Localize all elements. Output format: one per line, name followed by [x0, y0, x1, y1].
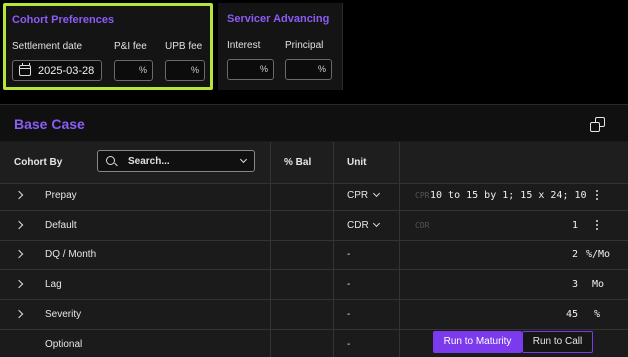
- settlement-date-field[interactable]: 2025-03-28: [12, 60, 102, 81]
- interest-label: Interest: [227, 40, 261, 51]
- unit-value: -: [347, 279, 351, 290]
- table-row: Severity - 45%: [0, 300, 628, 330]
- search-placeholder: Search...: [128, 156, 170, 167]
- value-suffix: Mo: [592, 279, 605, 290]
- settlement-date-value: 2025-03-28: [38, 65, 95, 77]
- chevron-down-icon[interactable]: [239, 155, 248, 164]
- chevron-down-icon[interactable]: [372, 189, 381, 198]
- settlement-date-label: Settlement date: [12, 41, 83, 52]
- table-row: Lag - 3 Mo: [0, 270, 628, 300]
- pct-bal-header: % Bal: [284, 157, 312, 168]
- cohort-search-input[interactable]: Search...: [97, 150, 255, 172]
- servicer-advancing-title: Servicer Advancing: [227, 13, 330, 25]
- upb-fee-percent-symbol: %: [190, 65, 199, 75]
- upb-fee-input[interactable]: %: [165, 60, 205, 81]
- cohort-preferences-panel: Cohort Preferences Settlement date P&I f…: [3, 3, 213, 90]
- pi-fee-input[interactable]: %: [114, 60, 153, 81]
- interest-percent-symbol: %: [259, 64, 268, 74]
- principal-label: Principal: [285, 40, 324, 51]
- value-placeholder: CDR: [415, 221, 430, 230]
- assumption-value-input[interactable]: 2: [572, 249, 578, 260]
- unit-value: -: [347, 249, 351, 260]
- unit-select[interactable]: CPR: [347, 190, 368, 201]
- cohort-preferences-title: Cohort Preferences: [12, 14, 115, 26]
- servicer-advancing-panel: Servicer Advancing Interest Principal % …: [218, 3, 343, 90]
- table-row: Default CDR CDR 1: [0, 211, 628, 241]
- run-to-call-button[interactable]: Run to Call: [522, 331, 593, 353]
- unit-value: -: [347, 339, 351, 350]
- table-row: DQ / Month - 2 %/Mo: [0, 240, 628, 270]
- chevron-down-icon[interactable]: [372, 219, 381, 228]
- run-to-maturity-button[interactable]: Run to Maturity: [433, 331, 522, 353]
- pi-fee-percent-symbol: %: [138, 65, 147, 75]
- chevron-right-icon[interactable]: [14, 249, 24, 259]
- value-suffix: %: [594, 309, 601, 320]
- table-header-row: Cohort By Search... % Bal Unit: [0, 142, 628, 184]
- upb-fee-label: UPB fee: [165, 41, 203, 52]
- principal-input[interactable]: %: [285, 59, 332, 80]
- calendar-icon: [19, 63, 31, 76]
- chevron-right-icon[interactable]: [14, 309, 24, 319]
- value-placeholder: CPR: [415, 191, 430, 200]
- row-label: Optional: [45, 339, 83, 350]
- table-row: Prepay CPR CPR 10 to 15 by 1; 15 x 24; 10: [0, 181, 628, 211]
- base-case-section: Base Case Cohort By Search... % Bal Unit…: [0, 104, 628, 357]
- cohort-by-header: Cohort By: [14, 157, 63, 168]
- more-options-icon[interactable]: [596, 220, 599, 232]
- row-label: Prepay: [45, 190, 77, 201]
- row-label: Default: [45, 220, 77, 231]
- assumption-value-input[interactable]: 1: [572, 220, 578, 231]
- assumption-value-input[interactable]: 45: [566, 309, 578, 320]
- chevron-right-icon[interactable]: [14, 279, 24, 289]
- chevron-right-icon[interactable]: [14, 220, 24, 230]
- copy-icon[interactable]: [590, 117, 606, 133]
- more-options-icon[interactable]: [596, 190, 599, 202]
- assumption-value-input[interactable]: 3: [572, 279, 578, 290]
- value-suffix: %/Mo: [586, 249, 611, 260]
- search-icon: [106, 156, 115, 165]
- principal-percent-symbol: %: [317, 64, 326, 74]
- interest-input[interactable]: %: [227, 59, 274, 80]
- pi-fee-label: P&I fee: [114, 41, 147, 52]
- unit-header: Unit: [347, 157, 367, 168]
- top-settings-strip: Cohort Preferences Settlement date P&I f…: [0, 0, 628, 92]
- base-case-header: Base Case: [0, 105, 628, 141]
- row-label: DQ / Month: [45, 249, 97, 260]
- chevron-right-icon[interactable]: [14, 190, 24, 200]
- row-label: Lag: [45, 279, 62, 290]
- assumption-value-input[interactable]: 10 to 15 by 1; 15 x 24; 10: [430, 190, 587, 201]
- base-case-title: Base Case: [14, 116, 85, 132]
- row-label: Severity: [45, 309, 82, 320]
- unit-select[interactable]: CDR: [347, 220, 369, 231]
- unit-value: -: [347, 309, 351, 320]
